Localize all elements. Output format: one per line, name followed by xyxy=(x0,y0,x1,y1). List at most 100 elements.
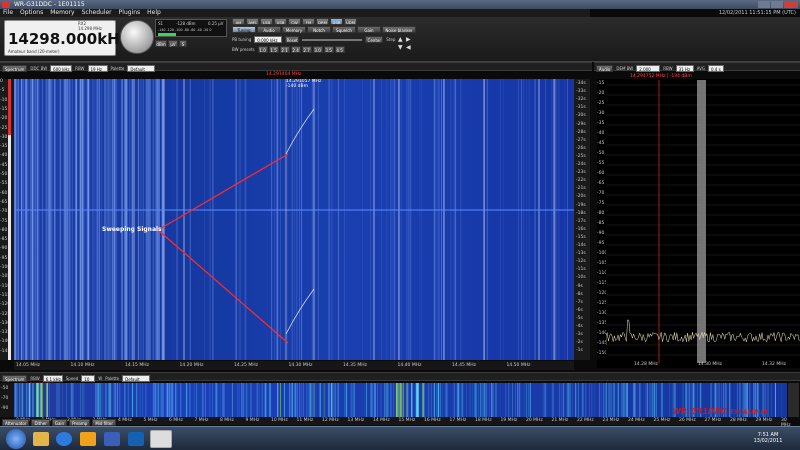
tab-squelch[interactable]: Squelch xyxy=(332,26,356,33)
x-tick-label: 14.05 MHz xyxy=(16,363,40,368)
bw-preset-button[interactable]: 2.7 xyxy=(301,46,312,53)
close-icon[interactable] xyxy=(784,1,798,8)
mode-dsb[interactable]: DSB xyxy=(330,18,343,25)
maximize-icon[interactable] xyxy=(771,1,783,8)
audio-y-tick-label: -85 xyxy=(597,221,605,226)
time-tick-label: -13s xyxy=(576,251,586,257)
rbw-select[interactable]: 31 Hz xyxy=(675,65,694,72)
pb-tuning-label: PB tuning xyxy=(232,37,252,42)
palette-label: Palette xyxy=(110,66,125,71)
mode-fm[interactable]: FM xyxy=(302,18,315,25)
time-tick-label: -9s xyxy=(576,283,583,289)
time-tick-label: -1s xyxy=(576,348,583,354)
start-button-icon[interactable] xyxy=(6,429,26,449)
menu-help[interactable]: Help xyxy=(147,9,161,17)
wb-x-tick-label: 27 MHz xyxy=(704,418,722,423)
radio-app-icon[interactable] xyxy=(150,430,172,448)
audio-y-tick-label: -75 xyxy=(597,201,605,206)
mid-filter-button[interactable]: Mid filter xyxy=(92,419,116,426)
attenuator-button[interactable]: Attenuator xyxy=(2,419,30,426)
bw-preset-button[interactable]: 1.0 xyxy=(257,46,268,53)
audio-y-tick-label: -40 xyxy=(597,131,605,136)
mode-ams[interactable]: AMS xyxy=(246,18,259,25)
preamp-button[interactable]: Preamp xyxy=(69,419,91,426)
gain-button[interactable]: Gain xyxy=(51,419,68,426)
palette-select[interactable]: Default xyxy=(127,65,156,72)
time-axis: -34s -33s -32s -31s -30s -29s -28s -27s -26s -25s… xyxy=(574,79,590,360)
wideband-scroll[interactable] xyxy=(788,383,799,417)
dem-bw-select[interactable]: 2.000 kHz xyxy=(636,65,661,79)
bw-preset-button[interactable]: 1.5 xyxy=(268,46,279,53)
bw-preset-button[interactable]: 2.4 xyxy=(290,46,301,53)
rbw-select[interactable]: 19 Hz xyxy=(87,65,108,72)
audio-spectrum-plot[interactable]: 14.294752 MHz | -134 dBm xyxy=(606,74,800,363)
mode-am[interactable]: AM xyxy=(232,18,245,25)
bw-preset-button[interactable]: 4.5 xyxy=(334,46,345,53)
wideband-spectrum-button[interactable]: Spectrum xyxy=(2,375,28,382)
reset-button[interactable]: Reset xyxy=(285,36,300,43)
wb-y-tick-label: -70 xyxy=(1,396,9,401)
ddc-bw-select[interactable]: 600 kHz xyxy=(50,65,73,72)
wb-x-tick-label: 16 MHz xyxy=(424,418,441,423)
wb-x-tick-label: 4 MHz xyxy=(118,418,132,423)
tab-tuning[interactable]: Tuning xyxy=(232,26,256,33)
center-button[interactable]: Center xyxy=(365,36,384,43)
s-meter: S1 -128 dBm 0.25 µV -140 -120 -100 -80 -… xyxy=(155,19,227,37)
audio-button[interactable]: Audio xyxy=(596,65,614,72)
tuning-knob[interactable] xyxy=(120,20,154,54)
arrow-right-icon[interactable]: ▶ xyxy=(406,36,413,43)
x-tick-label: 14.20 MHz xyxy=(179,363,204,368)
wb-rbw-select[interactable]: 6.1 kHz xyxy=(42,375,63,382)
wb-palette-select[interactable]: Default xyxy=(122,375,151,382)
uv-button[interactable]: µV xyxy=(168,40,178,47)
pb-tuning-row: PB tuning 0.000 kHz Reset Center Step xyxy=(232,36,395,43)
menu-file[interactable]: File xyxy=(3,9,13,17)
mode-usb[interactable]: USB xyxy=(274,18,287,25)
audio-y-tick-label: -35 xyxy=(597,121,605,126)
tab-memory[interactable]: Memory xyxy=(282,26,306,33)
menu-scheduler[interactable]: Scheduler xyxy=(82,9,112,17)
bw-preset-button[interactable]: 3.5 xyxy=(323,46,334,53)
arrow-up-icon[interactable]: ▲ xyxy=(398,36,405,43)
bw-preset-button[interactable]: 3.0 xyxy=(312,46,323,53)
s-button[interactable]: S xyxy=(179,40,187,47)
tab-noise-blanker[interactable]: Noise blanker xyxy=(382,26,416,33)
bw-preset-button[interactable]: 2.1 xyxy=(279,46,290,53)
outlook-icon[interactable] xyxy=(80,432,96,446)
menu-memory[interactable]: Memory xyxy=(50,9,74,17)
menu-plugins[interactable]: Plugins xyxy=(119,9,141,17)
arrow-left-icon[interactable]: ◀ xyxy=(406,44,413,51)
minimize-icon[interactable] xyxy=(758,1,770,8)
annotation-overlay xyxy=(157,153,289,344)
app-icon-5[interactable] xyxy=(128,432,144,446)
dbm-button[interactable]: dBm xyxy=(155,40,167,47)
mode-lsb[interactable]: LSB xyxy=(260,18,273,25)
right-y-axis: -15 -20 -25 -30 -35 -40 -45 -50 -55 -60 -65 -70 -75 -… xyxy=(597,79,607,362)
time-tick-label: -7s xyxy=(576,299,583,305)
arrow-down-icon[interactable]: ▼ xyxy=(398,44,405,51)
tab-notch[interactable]: Notch xyxy=(307,26,331,33)
pb-tuning-field[interactable]: 0.000 kHz xyxy=(254,36,283,43)
wb-speed-label: Speed xyxy=(65,376,79,381)
bw-presets-row: BW presets 1.0 1.5 2.1 2.4 2.7 3.0 3.5 4… xyxy=(232,46,345,53)
bw-presets-label: BW presets xyxy=(232,47,255,52)
menu-options[interactable]: Options xyxy=(20,9,43,17)
mode-drm[interactable]: DRM xyxy=(316,18,329,25)
wb-x-tick-label: 29 MHz xyxy=(755,418,773,423)
pb-tuning-slider[interactable] xyxy=(302,38,363,41)
media-player-icon[interactable] xyxy=(56,432,72,446)
tab-gain[interactable]: Gain xyxy=(357,26,381,33)
ddc-bw-label: DDC BW xyxy=(30,66,48,71)
wb-y-tick-label: -50 xyxy=(1,386,9,391)
tab-audio[interactable]: Audio xyxy=(257,26,281,33)
explorer-icon[interactable] xyxy=(33,432,49,446)
step-arrows: ▲ ▶ ▼ ◀ xyxy=(398,36,413,51)
s-reading: S1 xyxy=(158,21,164,26)
mode-cw[interactable]: CW xyxy=(288,18,301,25)
spectrum-button[interactable]: Spectrum xyxy=(2,65,28,72)
dither-button[interactable]: Dither xyxy=(31,419,50,426)
wb-speed-select[interactable]: 10 xyxy=(81,375,96,382)
app-icon-4[interactable] xyxy=(104,432,120,446)
mode-udm[interactable]: UDM xyxy=(344,18,357,25)
avg-select[interactable]: 0.4 s xyxy=(707,65,724,72)
